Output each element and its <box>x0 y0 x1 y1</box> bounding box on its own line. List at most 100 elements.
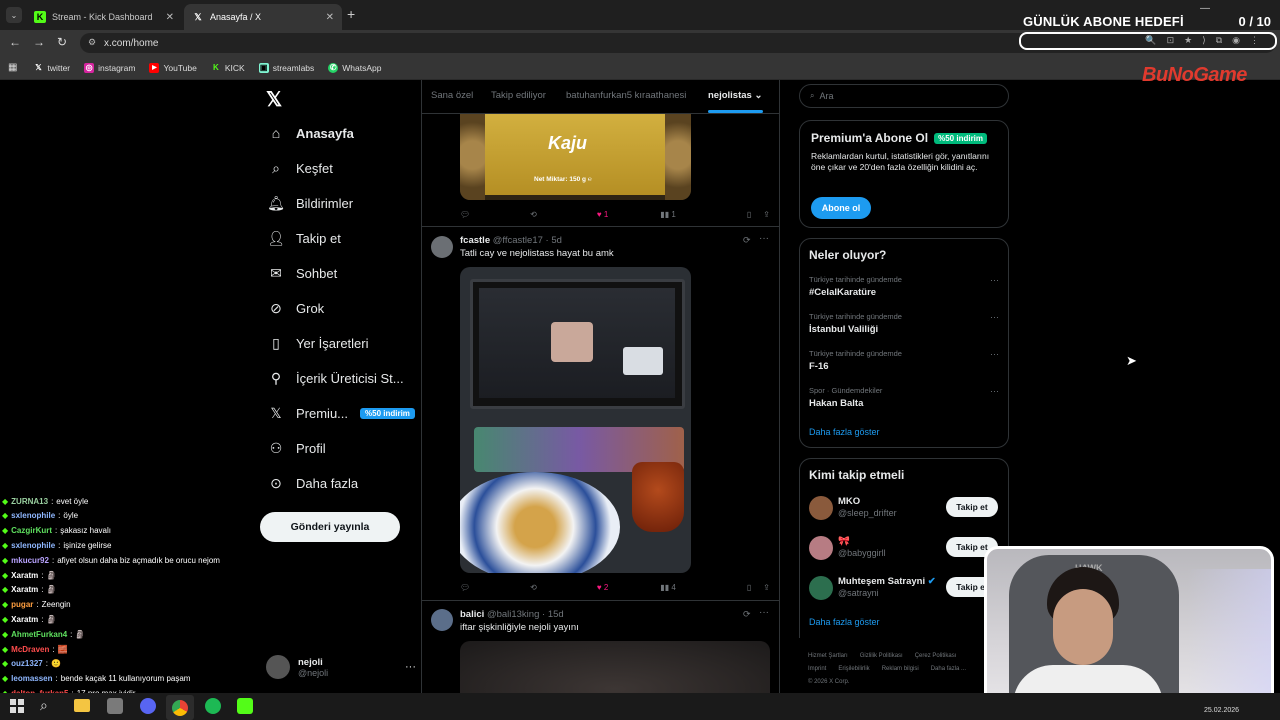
reload-icon[interactable]: ↻ <box>57 35 67 49</box>
bookmark-twitter[interactable]: 𝕏twitter <box>33 63 70 73</box>
like-button[interactable]: ♥ 1 <box>597 210 608 219</box>
chrome-icon[interactable] <box>166 695 194 720</box>
tweet-author-handle[interactable]: @ffcastle17 <box>493 235 543 246</box>
reply-icon[interactable]: 💬︎ <box>460 210 470 219</box>
app-icon[interactable] <box>107 698 123 714</box>
tab-for-you[interactable]: Sana özel <box>431 90 473 101</box>
share-icon[interactable]: ⇪ <box>763 210 770 219</box>
tab-kiraathanesi[interactable]: batuhanfurkan5 kıraathanesi <box>566 90 686 101</box>
views-button[interactable]: ▮▮ 1 <box>660 210 675 219</box>
sidebar-item-search[interactable]: ⌕ Keşfet <box>268 154 333 182</box>
sidebar-item-grok[interactable]: ⊘ Grok <box>268 294 324 322</box>
new-tab-button[interactable]: + <box>347 6 355 22</box>
tab-following[interactable]: Takip ediliyor <box>491 90 546 101</box>
sidebar-item-x-premium[interactable]: 𝕏 Premiu... %50 indirim <box>268 399 415 427</box>
tweet-media-video[interactable] <box>460 641 770 693</box>
chat-username[interactable]: CazgirKurt <box>11 526 52 535</box>
reply-icon[interactable]: 💬︎ <box>460 583 470 592</box>
grok-icon[interactable]: ⟳ <box>743 235 751 246</box>
tweet-time[interactable]: 5d <box>551 235 562 246</box>
chat-username[interactable]: McDraven <box>11 645 49 654</box>
follow-suggestion[interactable]: MKO @sleep_drifter Takip et <box>809 494 999 522</box>
sidebar-item-person-add[interactable]: 👤︎ Takip et <box>267 224 341 252</box>
share-icon[interactable]: ⇪ <box>763 583 770 592</box>
tweet-time[interactable]: 15d <box>548 609 564 620</box>
sidebar-item-mail[interactable]: ✉ Sohbet <box>268 259 337 287</box>
tab-nejolistas[interactable]: nejolistas ⌄ <box>708 90 762 101</box>
chat-username[interactable]: pugar <box>11 600 33 609</box>
follow-show-more[interactable]: Daha fazla göster <box>809 617 880 627</box>
chat-username[interactable]: sxlenophile <box>11 511 55 520</box>
file-explorer-icon[interactable] <box>74 699 90 712</box>
chat-username[interactable]: ouz1327 <box>11 659 43 668</box>
repost-icon[interactable]: ⟲ <box>530 210 537 219</box>
tab-kick-dashboard[interactable]: K Stream - Kick Dashboard ✕ <box>26 4 182 30</box>
windows-start-icon[interactable] <box>10 699 24 713</box>
tweet[interactable]: balici @bali13king · 15d ⟳ ··· iftar şiş… <box>422 601 779 693</box>
tweet-author-handle[interactable]: @bali13king <box>487 609 539 620</box>
chat-username[interactable]: Xaratm <box>11 585 38 594</box>
bookmark-kick[interactable]: K KICK <box>211 63 245 73</box>
tweet[interactable]: fcastle @ffcastle17 · 5d ⟳ ··· Tatli cay… <box>422 227 779 600</box>
chat-username[interactable]: mkucur92 <box>11 556 49 565</box>
tab-x-home[interactable]: 𝕏 Anasayfa / X ✕ <box>184 4 342 30</box>
bookmark-streamlabs[interactable]: ▣ streamlabs <box>258 62 314 73</box>
chat-username[interactable]: leomassen <box>11 674 52 683</box>
chat-username[interactable]: Xaratm <box>11 615 38 624</box>
bookmark-whatsapp[interactable]: ✆ WhatsApp <box>328 62 382 73</box>
sidebar-item-bookmark[interactable]: ▯ Yer İşaretleri <box>268 329 368 357</box>
close-icon[interactable]: ✕ <box>166 12 174 23</box>
chat-username[interactable]: AhmetFurkan4 <box>11 630 67 639</box>
post-button[interactable]: Gönderi yayınla <box>260 512 400 542</box>
bookmark-icon[interactable]: ▯ <box>747 583 751 592</box>
apps-icon[interactable]: ▦ <box>8 62 17 73</box>
trend-item[interactable]: Türkiye tarihinde gündemde #CelalKaratüre… <box>809 275 999 305</box>
sidebar-item-bell[interactable]: 🔔︎ Bildirimler <box>267 189 353 217</box>
follow-suggestion[interactable]: Muhteşem Satrayni ✔ @satrayni Takip et <box>809 574 999 602</box>
bookmark-instagram[interactable]: ◎ instagram <box>84 62 135 73</box>
trends-show-more[interactable]: Daha fazla göster <box>809 427 880 437</box>
trend-item[interactable]: Spor · Gündemdekiler Hakan Balta ··· <box>809 386 999 416</box>
more-icon[interactable]: ··· <box>405 661 416 673</box>
site-info-icon[interactable]: ⚙ <box>88 37 96 48</box>
sidebar-item-more-circle[interactable]: ⊙ Daha fazla <box>268 469 358 497</box>
sidebar-item-profile[interactable]: ⚇ Profil <box>268 434 326 462</box>
account-switcher[interactable]: nejoli @nejoli ··· <box>266 652 416 682</box>
trend-item[interactable]: Türkiye tarihinde gündemde F-16 ··· <box>809 349 999 379</box>
search-input[interactable]: ⌕ Ara <box>799 84 1009 108</box>
subscribe-button[interactable]: Abone ol <box>811 197 871 219</box>
back-icon[interactable]: ← <box>9 35 21 49</box>
like-button[interactable]: ♥ 2 <box>597 583 608 592</box>
more-icon[interactable]: ··· <box>990 275 999 285</box>
more-icon[interactable]: ··· <box>990 386 999 396</box>
footer-link[interactable]: Gizlilik Politikası <box>860 653 903 659</box>
more-icon[interactable]: ··· <box>759 607 769 618</box>
footer-link[interactable]: Daha fazla ... <box>931 666 966 672</box>
tweet-media-desk-photo[interactable] <box>460 267 691 573</box>
bookmark-icon[interactable]: ▯ <box>747 210 751 219</box>
taskbar-search-icon[interactable]: ⌕ <box>40 697 48 714</box>
grok-icon[interactable]: ⟳ <box>743 609 751 620</box>
footer-link[interactable]: Erişilebilirlik <box>838 666 869 672</box>
chat-username[interactable]: ZURNA13 <box>11 497 48 506</box>
more-icon[interactable]: ··· <box>990 349 999 359</box>
forward-icon[interactable]: → <box>33 35 45 49</box>
x-logo-icon[interactable]: 𝕏 <box>266 87 282 112</box>
spotify-icon[interactable] <box>205 698 221 714</box>
footer-link[interactable]: Hizmet Şartları <box>808 653 848 659</box>
tab-search-button[interactable]: ⌄ <box>6 7 22 23</box>
follow-button[interactable]: Takip et <box>946 497 998 517</box>
tweet-author-name[interactable]: balici <box>460 609 484 620</box>
footer-link[interactable]: Reklam bilgisi <box>882 666 919 672</box>
views-button[interactable]: ▮▮ 4 <box>660 583 675 592</box>
chat-username[interactable]: sxlenophile <box>11 541 55 550</box>
sidebar-item-home[interactable]: ⌂ Anasayfa <box>268 119 354 147</box>
tweet-author-name[interactable]: fcastle <box>460 235 490 246</box>
discord-icon[interactable] <box>140 698 156 714</box>
footer-link[interactable]: Imprint <box>808 666 826 672</box>
chat-username[interactable]: Xaratm <box>11 571 38 580</box>
repost-icon[interactable]: ⟲ <box>530 583 537 592</box>
app-green-icon[interactable] <box>237 698 253 714</box>
follow-suggestion[interactable]: 🎀 @babyggirll Takip et <box>809 534 999 562</box>
sidebar-item-creator[interactable]: ⚲ İçerik Üreticisi St... <box>268 364 404 392</box>
